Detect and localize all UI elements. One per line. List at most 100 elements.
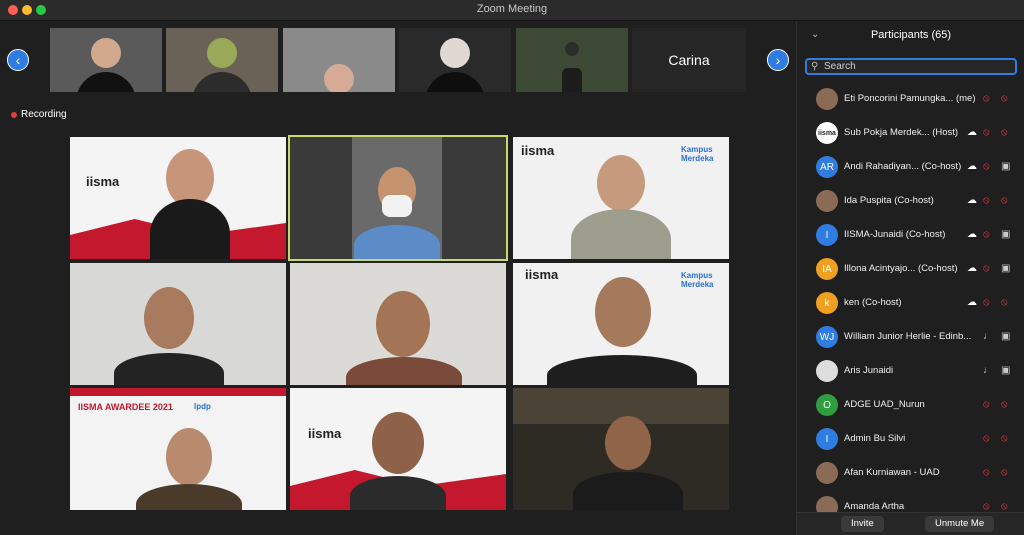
mic-muted-icon[interactable]: ⦸ [983, 263, 990, 274]
participant-body [76, 72, 136, 92]
video-tile[interactable] [290, 263, 506, 385]
strip-video-tile[interactable] [50, 28, 162, 92]
participant-face [565, 42, 579, 56]
avatar-initials: AR [820, 161, 834, 173]
participant-row[interactable]: O ADGE UAD_Nurun ⦸ ⦸ [797, 389, 1024, 423]
camera-off-icon[interactable]: ⦸ [1001, 467, 1008, 478]
participant-row[interactable]: I IISMA-Junaidi (Co-host) ☁ ⦸ ▣ [797, 219, 1024, 253]
iisma-logo: iisma [525, 267, 559, 282]
mic-muted-icon[interactable]: ⦸ [983, 501, 990, 512]
invite-button[interactable]: Invite [841, 516, 884, 532]
unmute-me-button[interactable]: Unmute Me [925, 516, 995, 532]
participant-body [114, 353, 224, 385]
search-input[interactable]: ⚲ Search [805, 58, 1017, 75]
participant-avatar [816, 190, 838, 212]
participant-body [571, 209, 671, 259]
window-title: Zoom Meeting [476, 3, 548, 15]
camera-icon[interactable]: ▣ [1001, 161, 1010, 172]
camera-icon[interactable]: ▣ [1001, 365, 1010, 376]
mic-muted-icon[interactable]: ⦸ [983, 161, 990, 172]
participant-row[interactable]: iisma Sub Pokja Merdek... (Host) ☁ ⦸ ⦸ [797, 117, 1024, 151]
participant-role: (Co-host) [905, 229, 946, 240]
mic-muted-icon[interactable]: ⦸ [983, 399, 990, 410]
camera-off-icon[interactable]: ⦸ [1001, 433, 1008, 444]
camera-icon[interactable]: ▣ [1001, 229, 1010, 240]
camera-off-icon[interactable]: ⦸ [1001, 399, 1008, 410]
strip-video-tile[interactable] [166, 28, 278, 92]
participant-role: (Co-host) [861, 297, 902, 308]
participant-avatar: k [816, 292, 838, 314]
participant-face [144, 287, 194, 349]
cloud-recording-icon: ☁ [967, 195, 977, 206]
face-mask [382, 195, 412, 217]
participant-row[interactable]: WJ William Junior Herlie - Edinb... ♩ ▣ [797, 321, 1024, 355]
video-area: ‹ › Carina Recording iisma iisma Kampus … [0, 21, 796, 535]
strip-video-tile[interactable] [399, 28, 511, 92]
mic-icon[interactable]: ♩ [983, 365, 993, 376]
participant-avatar: I [816, 428, 838, 450]
participant-name: Andi Rahadiyan... (Co-host) [844, 161, 982, 172]
mic-muted-icon[interactable]: ⦸ [983, 195, 990, 206]
video-tile[interactable]: iisma Kampus Merdeka [513, 263, 729, 385]
cloud-recording-icon: ☁ [967, 229, 977, 240]
recording-indicator: Recording [11, 109, 67, 120]
camera-off-icon[interactable]: ⦸ [1001, 93, 1008, 104]
cloud-recording-icon: ☁ [967, 127, 977, 138]
participant-row[interactable]: Afan Kurniawan - UAD ⦸ ⦸ [797, 457, 1024, 491]
participant-row[interactable]: Eti Poncorini Pamungka... (me) ⦸ ⦸ [797, 83, 1024, 117]
previous-page-button[interactable]: ‹ [7, 49, 29, 71]
strip-name-tile[interactable]: Carina [632, 28, 746, 92]
video-tile[interactable]: iisma [290, 388, 506, 510]
participant-row[interactable]: I Admin Bu Silvi ⦸ ⦸ [797, 423, 1024, 457]
participant-body [562, 68, 582, 92]
mic-muted-icon[interactable]: ⦸ [983, 229, 990, 240]
participant-avatar: I [816, 224, 838, 246]
participant-row[interactable]: AR Andi Rahadiyan... (Co-host) ☁ ⦸ ▣ [797, 151, 1024, 185]
mic-muted-icon[interactable]: ⦸ [983, 297, 990, 308]
participant-role: (Co-host) [917, 263, 958, 274]
participant-face [605, 416, 651, 470]
participant-role: (Co-host) [894, 195, 934, 206]
video-tile[interactable]: iisma Kampus Merdeka [513, 137, 729, 259]
camera-off-icon[interactable]: ⦸ [1001, 501, 1008, 512]
mic-icon[interactable]: ♩ [983, 331, 993, 342]
participant-name: Afan Kurniawan - UAD [844, 467, 982, 478]
participant-name-text: Amanda Artha [844, 501, 905, 512]
next-page-button[interactable]: › [767, 49, 789, 71]
participant-body [192, 72, 252, 92]
video-tile[interactable]: iisma [70, 137, 286, 259]
mic-muted-icon[interactable]: ⦸ [983, 93, 990, 104]
participant-body [425, 72, 485, 92]
camera-icon[interactable]: ▣ [1001, 263, 1010, 274]
participant-row[interactable]: Ida Puspita (Co-host) ☁ ⦸ ⦸ [797, 185, 1024, 219]
iisma-logo: iisma [86, 174, 120, 189]
mic-muted-icon[interactable]: ⦸ [983, 433, 990, 444]
video-tile[interactable]: IISMA AWARDEE 2021 lpdp [70, 388, 286, 510]
participant-row[interactable]: Aris Junaidi ♩ ▣ [797, 355, 1024, 389]
participant-face [207, 38, 237, 68]
mic-muted-icon[interactable]: ⦸ [983, 127, 990, 138]
participant-name-text: ken [844, 297, 860, 308]
strip-video-tile[interactable] [516, 28, 628, 92]
cloud-recording-icon: ☁ [967, 263, 977, 274]
participant-body [150, 199, 230, 259]
participant-avatar [816, 88, 838, 110]
mic-muted-icon[interactable]: ⦸ [983, 467, 990, 478]
participant-face [166, 428, 212, 486]
participant-row[interactable]: k ken (Co-host) ☁ ⦸ ⦸ [797, 287, 1024, 321]
video-tile[interactable] [70, 263, 286, 385]
avatar-initials: IA [822, 263, 832, 275]
participant-avatar: IA [816, 258, 838, 280]
video-tile[interactable] [513, 388, 729, 510]
participant-role: (Co-host) [921, 161, 962, 172]
participant-name: Illona Acintyajo... (Co-host) [844, 263, 982, 274]
camera-off-icon[interactable]: ⦸ [1001, 195, 1008, 206]
avatar-initials: k [824, 297, 830, 309]
active-speaker-tile[interactable] [288, 135, 508, 261]
strip-video-tile[interactable] [283, 28, 395, 92]
chevron-right-icon: › [775, 52, 781, 68]
camera-off-icon[interactable]: ⦸ [1001, 297, 1008, 308]
camera-icon[interactable]: ▣ [1001, 331, 1010, 342]
participant-row[interactable]: IA Illona Acintyajo... (Co-host) ☁ ⦸ ▣ [797, 253, 1024, 287]
camera-off-icon[interactable]: ⦸ [1001, 127, 1008, 138]
